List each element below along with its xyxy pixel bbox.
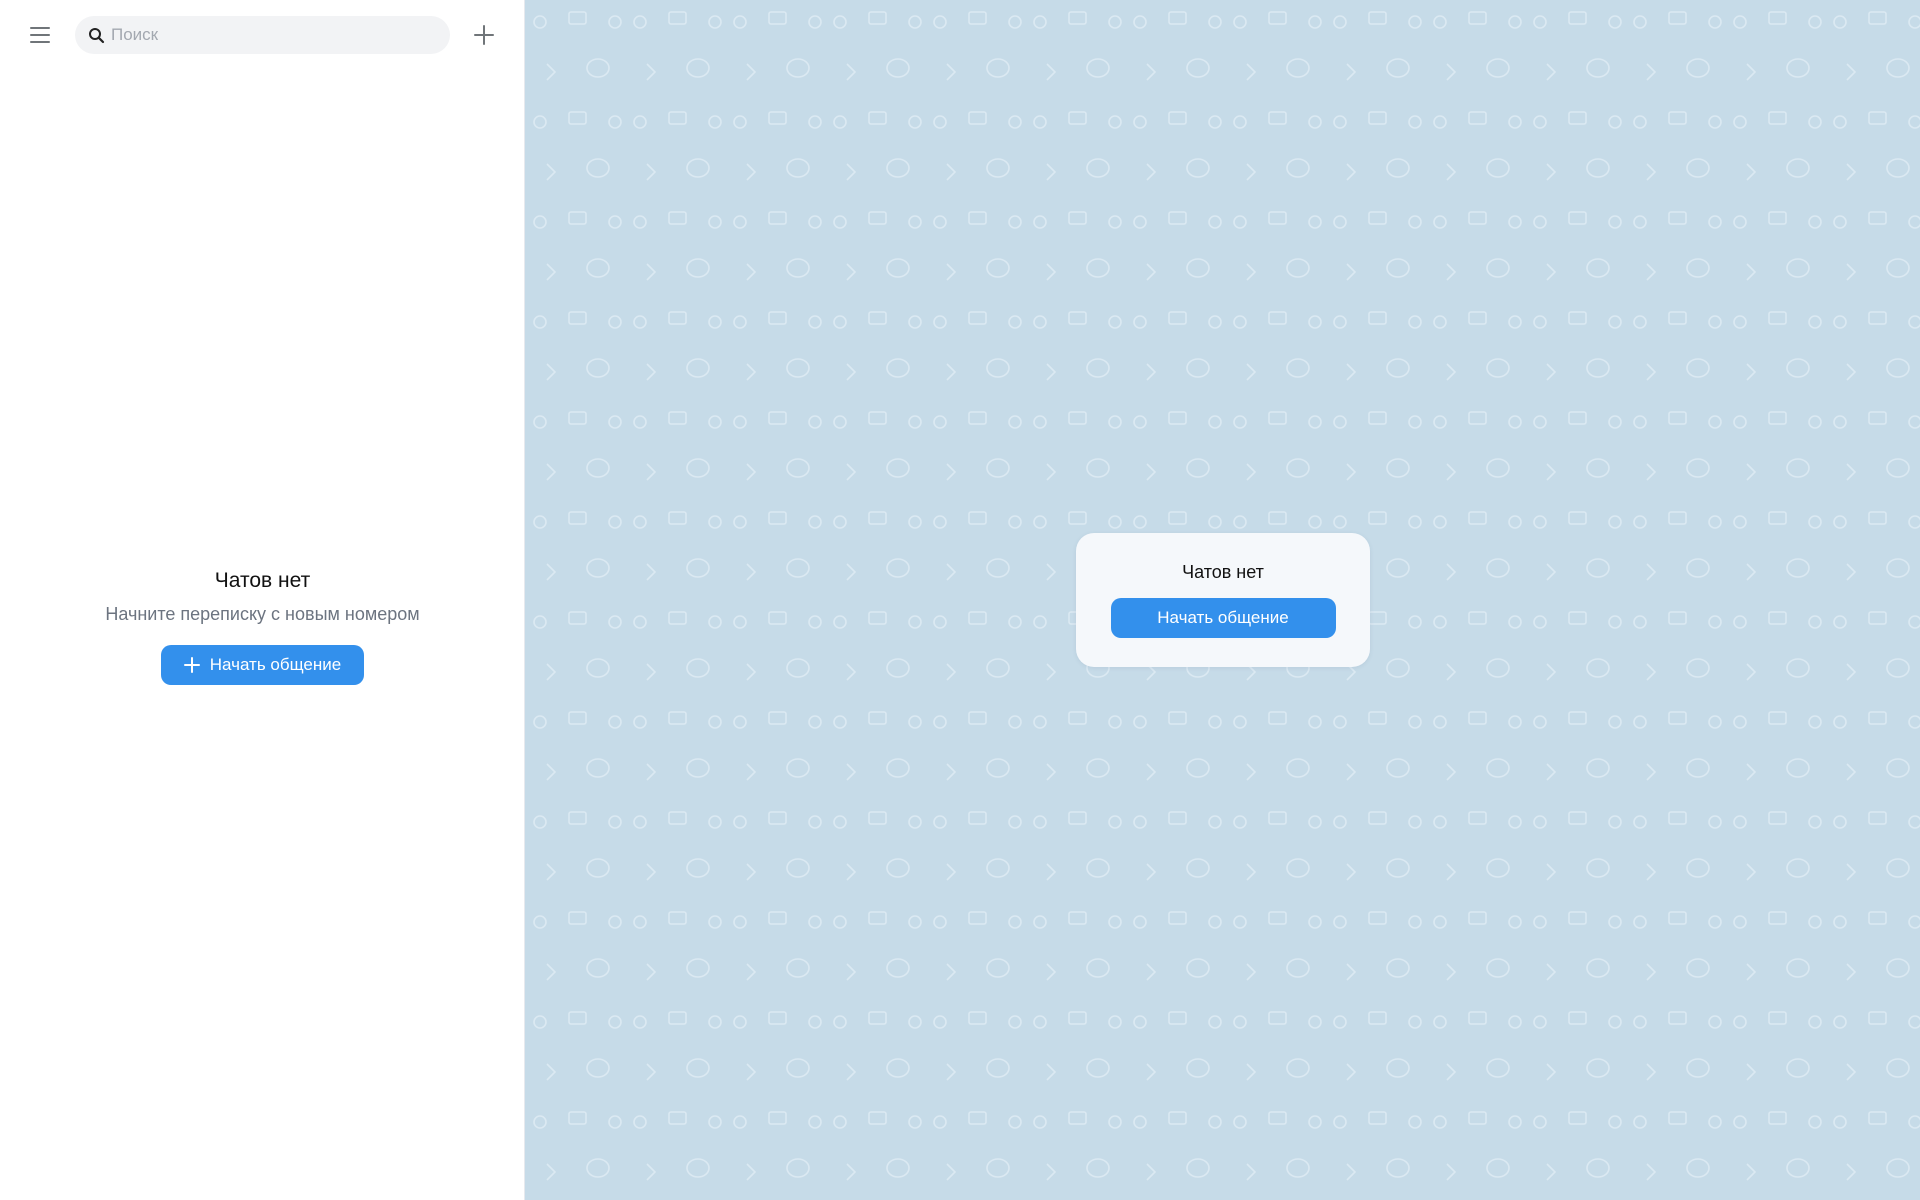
new-chat-button[interactable] — [466, 18, 502, 52]
search-icon — [87, 26, 105, 44]
card-start-chat-button[interactable]: Начать общение — [1110, 598, 1336, 638]
chat-list-sidebar: Чатов нет Начните переписку с новым номе… — [0, 0, 525, 1200]
empty-chat-list: Чатов нет Начните переписку с новым номе… — [0, 566, 525, 685]
menu-button[interactable] — [22, 18, 58, 52]
empty-state-title: Чатов нет — [214, 569, 311, 592]
sidebar-header — [0, 0, 525, 70]
card-title: Чатов нет — [1182, 562, 1264, 582]
empty-chat-card: Чатов нет Начать общение — [1076, 533, 1370, 667]
hamburger-menu-icon — [30, 27, 50, 43]
start-chat-button-label: Начать общение — [209, 655, 342, 674]
search-box[interactable] — [75, 16, 450, 54]
app-window: Чатов нет Начните переписку с новым номе… — [0, 0, 1920, 1200]
start-chat-button[interactable]: Начать общение — [161, 645, 364, 685]
plus-icon — [183, 657, 200, 673]
empty-state-subtitle: Начните переписку с новым номером — [105, 604, 420, 624]
search-input[interactable] — [111, 25, 431, 45]
plus-icon — [474, 25, 494, 45]
chat-area: Чатов нет Начать общение — [525, 0, 1920, 1200]
